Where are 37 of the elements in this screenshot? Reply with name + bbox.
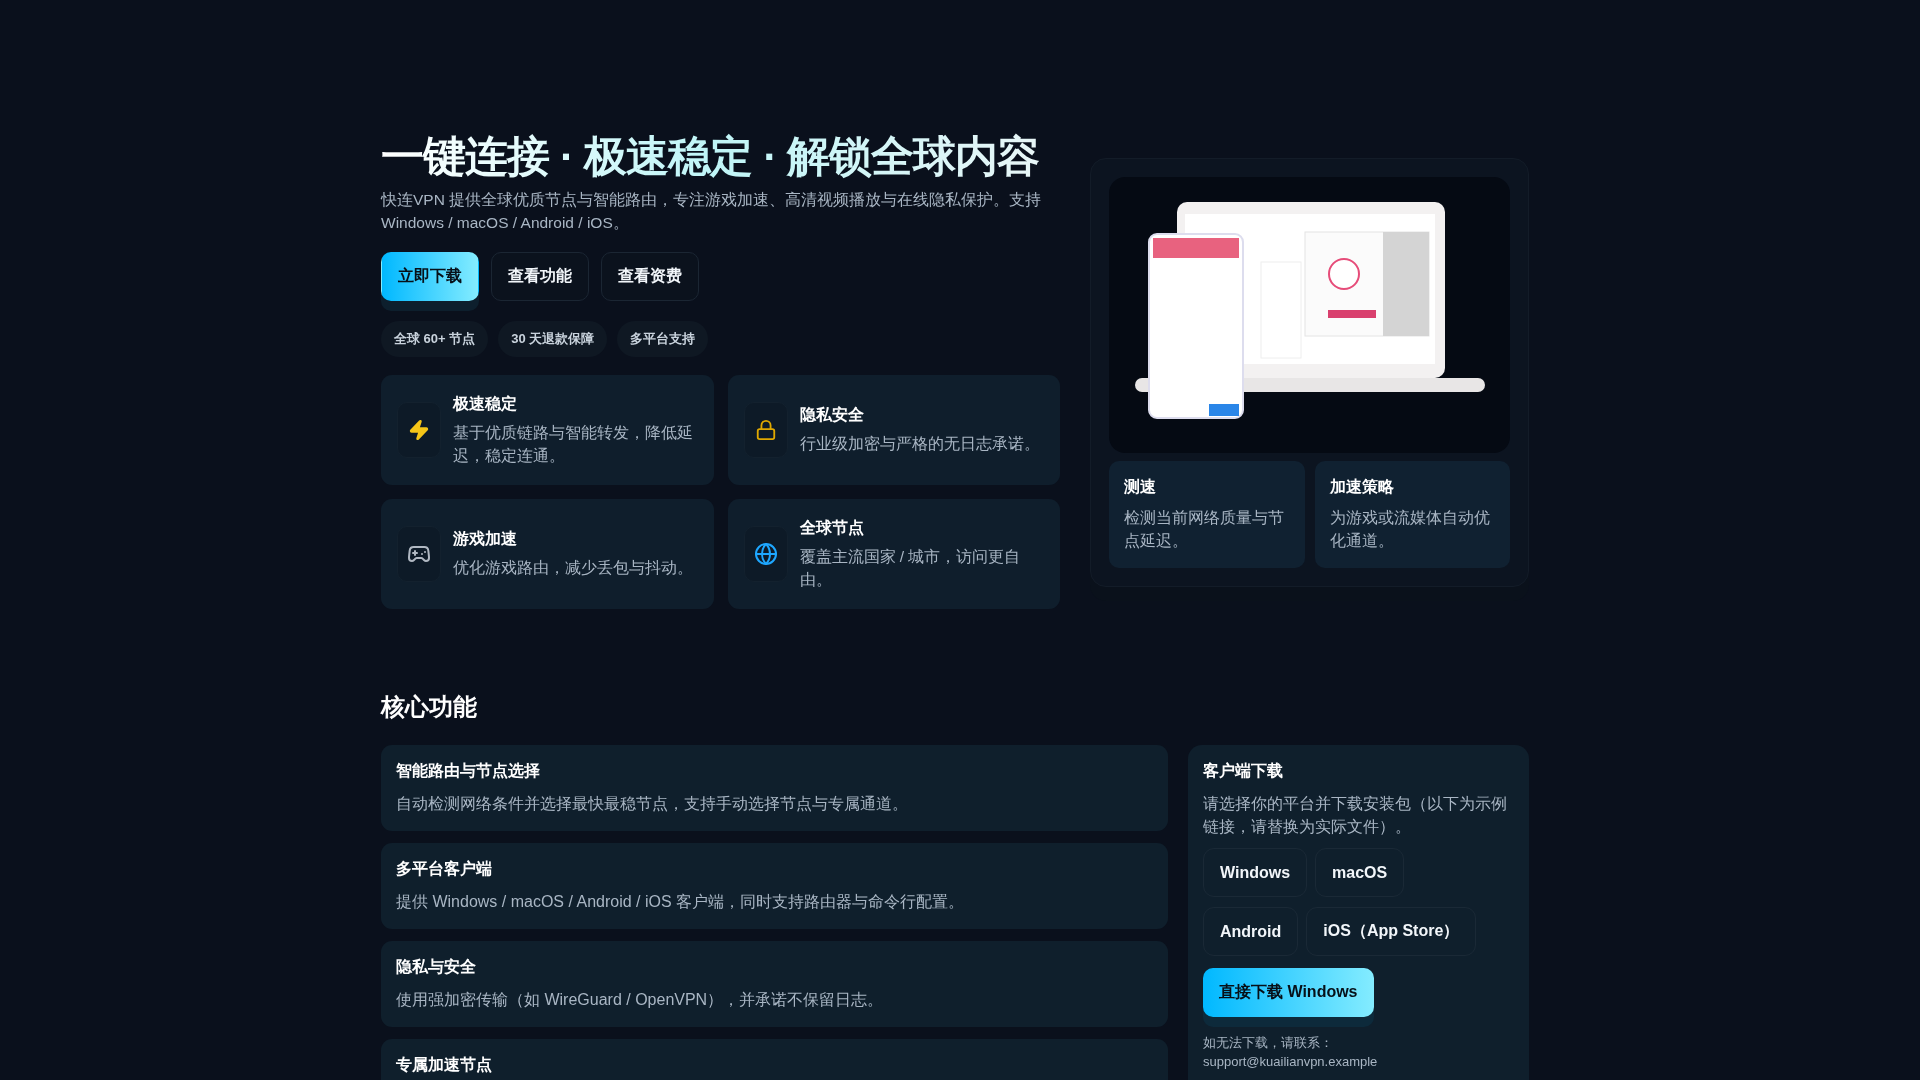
feature-description: 自动检测网络条件并选择最快最稳节点，支持手动选择节点与专属通道。 — [396, 794, 909, 814]
feature-description: 使用强加密传输（如 WireGuard / OpenVPN），并承诺不保留日志。 — [396, 990, 885, 1010]
feature-title: 隐私安全 — [799, 405, 865, 425]
feature-badge: 全球 60+ 节点 — [381, 321, 489, 357]
card-description: 请选择你的平台并下载安装包（以下为示例链接，请替换为实际文件）。 — [1203, 794, 1508, 837]
lightning-icon — [408, 419, 430, 441]
feature-description: 行业级加密与严格的无日志承诺。 — [799, 434, 1040, 454]
feature-title: 专属加速节点 — [396, 1055, 493, 1075]
platform-button[interactable]: Windows — [1203, 848, 1308, 897]
card-title: 客户端下载 — [1203, 761, 1284, 781]
nav-button[interactable]: 查看功能 — [491, 252, 589, 301]
feature-title: 多平台客户端 — [396, 859, 493, 879]
platform-button[interactable]: iOS（App Store） — [1306, 907, 1477, 956]
feature-badge: 多平台支持 — [617, 321, 709, 357]
tile-title: 加速策略 — [1329, 477, 1395, 497]
tile-title: 测速 — [1124, 477, 1158, 497]
feature-title: 极速稳定 — [453, 393, 518, 414]
hero-subtitle: 快连VPN 提供全球优质节点与智能路由，专注游戏加速、高清视频播放与在线隐私保护。支持 Windows / macOS / Android / iOS。 — [381, 190, 1043, 233]
contact-email: support@kuailianvpn.example — [1203, 1053, 1379, 1071]
nav-button[interactable]: 查看资费 — [601, 252, 699, 301]
feature-description: 基于优质链路与智能转发，降低延迟，稳定连通。 — [453, 422, 694, 466]
feature-description: 提供 Windows / macOS / Android / iOS 客户端，同时支持路由器与命令行配置。 — [396, 892, 966, 912]
tile-description: 检测当前网络质量与节点延迟。 — [1124, 508, 1286, 551]
feature-description: 优化游戏路由，减少丢包与抖动。 — [453, 558, 693, 578]
feature-title: 游戏加速 — [453, 529, 518, 549]
globe-icon — [753, 542, 778, 566]
feature-title: 全球节点 — [799, 517, 865, 538]
feature-badge: 30 天退款保障 — [498, 321, 608, 357]
platform-button[interactable]: Android — [1203, 907, 1299, 956]
platform-button[interactable]: macOS — [1315, 848, 1405, 897]
lock-icon — [754, 419, 777, 441]
tile-description: 为游戏或流媒体自动优化通道。 — [1329, 508, 1491, 551]
feature-title: 隐私与安全 — [396, 957, 477, 977]
feature-title: 智能路由与节点选择 — [396, 761, 541, 781]
section-heading: 核心功能 — [381, 692, 478, 722]
feature-description: 覆盖主流国家 / 城市，访问更自由。 — [799, 546, 1022, 590]
contact-label: 如无法下载，请联系： — [1203, 1034, 1334, 1052]
